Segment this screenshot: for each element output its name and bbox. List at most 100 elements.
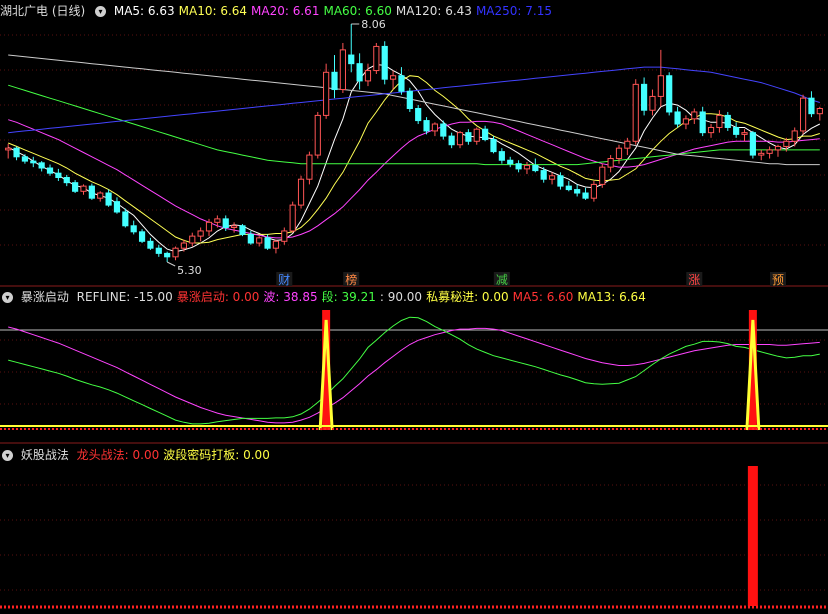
high-price-label: 8.06 xyxy=(361,18,386,31)
candle-body xyxy=(356,63,363,82)
candle-body xyxy=(323,71,330,116)
candle-body xyxy=(799,97,807,132)
candle-body xyxy=(172,247,179,258)
low-price-label: 5.30 xyxy=(177,264,202,277)
candle-body xyxy=(239,225,246,235)
candle-body xyxy=(88,185,95,199)
candle-body xyxy=(733,126,740,135)
candle-body xyxy=(256,237,263,244)
candle-body xyxy=(473,128,480,142)
candle-body xyxy=(532,164,539,172)
candle-body xyxy=(205,221,213,232)
candle-body xyxy=(791,130,798,142)
candle-body xyxy=(72,182,79,192)
candle-body xyxy=(339,49,346,91)
candle-body xyxy=(138,231,146,242)
candle-body xyxy=(557,175,564,187)
candle-body xyxy=(130,225,137,233)
wave-line xyxy=(8,326,820,424)
candle-body xyxy=(55,172,62,178)
candle-body xyxy=(113,201,121,213)
candle-body xyxy=(582,192,589,199)
candle-body xyxy=(431,123,439,132)
candle-body xyxy=(657,75,664,97)
candle-body xyxy=(498,151,505,161)
candle-body xyxy=(523,164,531,170)
candle-body xyxy=(783,140,790,147)
candle-body xyxy=(231,225,238,229)
ma-line-ma10 xyxy=(8,75,820,244)
candle-body xyxy=(381,45,388,80)
candle-body xyxy=(180,242,187,249)
candle-body xyxy=(440,123,447,137)
candle-body xyxy=(222,218,229,229)
candle-body xyxy=(80,185,87,192)
candle-body xyxy=(666,75,673,113)
candle-body xyxy=(373,45,380,72)
candle-body xyxy=(490,139,497,153)
candle-body xyxy=(565,185,572,191)
candle-body xyxy=(5,147,12,151)
candle-body xyxy=(590,183,597,199)
candle-body xyxy=(624,140,631,149)
marker-4: 预 xyxy=(772,273,784,287)
candle-body xyxy=(406,90,413,110)
candle-body xyxy=(38,162,45,169)
candle-body xyxy=(607,158,614,168)
candle-body xyxy=(465,132,472,142)
candle-body xyxy=(105,192,112,206)
ma-line-ma60 xyxy=(8,84,820,166)
candle-body xyxy=(482,128,489,141)
candle-body xyxy=(314,114,321,156)
candle-body xyxy=(164,252,171,258)
candle-body xyxy=(548,175,556,180)
candle-body xyxy=(97,192,104,199)
ma-line-ma5 xyxy=(7,63,821,253)
segment-line xyxy=(8,316,820,425)
marker-3: 涨 xyxy=(688,272,700,287)
candle-body xyxy=(724,114,731,128)
marker-1: 榜 xyxy=(345,272,357,287)
candle-body xyxy=(30,160,37,164)
candle-body xyxy=(749,132,756,156)
candle-body xyxy=(816,108,823,115)
candle-body xyxy=(21,156,29,162)
candle-body xyxy=(281,230,288,242)
candle-body xyxy=(632,83,639,142)
candle-body xyxy=(415,108,422,122)
candle-body xyxy=(599,166,606,185)
candle-body xyxy=(331,71,338,91)
candle-body xyxy=(264,237,271,249)
low-pointer xyxy=(166,261,176,267)
candle-body xyxy=(674,111,681,125)
candle-body xyxy=(63,176,70,184)
candle-body xyxy=(398,75,405,92)
candle-body xyxy=(214,218,221,223)
candle-body xyxy=(306,154,313,180)
candle-body xyxy=(297,178,305,206)
candle-body xyxy=(197,230,204,237)
candle-body xyxy=(507,159,514,165)
candle-body xyxy=(423,120,430,132)
candle-body xyxy=(574,189,581,194)
candle-body xyxy=(389,75,397,80)
candle-body xyxy=(515,163,522,170)
candle-body xyxy=(155,247,162,254)
candle-body xyxy=(348,54,355,65)
candle-body xyxy=(247,233,254,244)
candle-body xyxy=(699,111,706,134)
candle-body xyxy=(448,135,455,146)
candle-body xyxy=(649,95,656,111)
candle-body xyxy=(272,240,280,249)
candle-body xyxy=(707,126,715,134)
candle-body xyxy=(364,70,372,82)
candle-body xyxy=(189,235,196,244)
candle-body xyxy=(758,152,765,156)
candle-body xyxy=(808,97,815,115)
candle-body xyxy=(147,240,154,249)
marker-0: 财 xyxy=(278,273,290,287)
price-chart[interactable]: 8.06 5.30 财 榜 减 涨 预 xyxy=(0,0,828,614)
candle-body xyxy=(540,170,547,180)
ma-line-ma20 xyxy=(8,119,820,239)
candle-body xyxy=(641,83,648,111)
